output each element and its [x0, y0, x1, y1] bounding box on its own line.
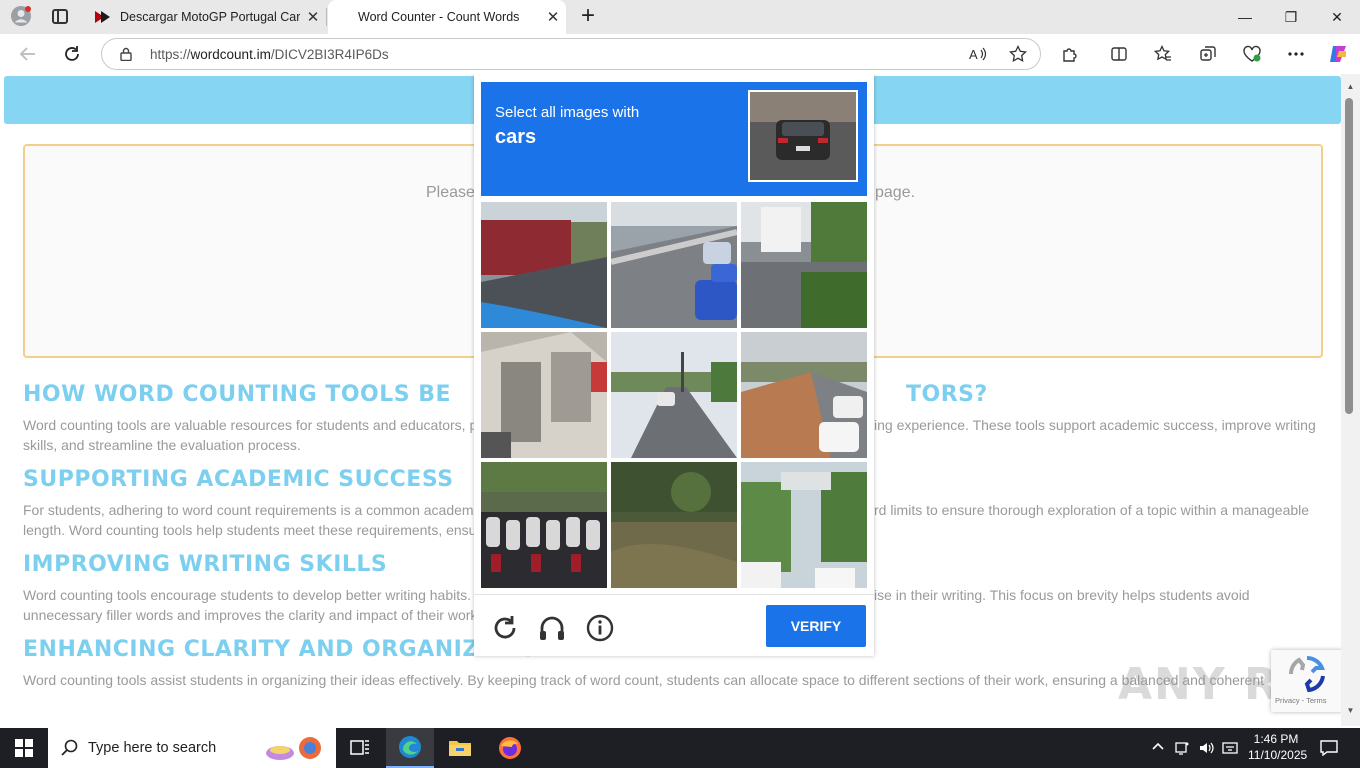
taskbar-search-box[interactable]: Type here to search — [48, 728, 336, 768]
back-button[interactable] — [14, 40, 42, 68]
taskbar-edge[interactable] — [386, 728, 434, 768]
recaptcha-challenge: Select all images with cars VERIFY — [474, 74, 874, 656]
tab-title: Word Counter - Count Words — [358, 10, 520, 24]
firefox-icon — [499, 737, 521, 759]
tab-close-icon[interactable]: ✕ — [300, 8, 326, 26]
verify-button[interactable]: VERIFY — [766, 605, 866, 647]
close-window-button[interactable]: ✕ — [1314, 0, 1360, 34]
task-view-button[interactable] — [336, 728, 384, 768]
captcha-image-grid — [481, 202, 867, 588]
windows-taskbar: Type here to search 1:46 PM 11/10/2025 — [0, 728, 1360, 768]
reload-challenge-icon[interactable] — [490, 613, 520, 643]
privacy-terms-link[interactable]: Privacy - Terms — [1275, 696, 1327, 705]
favorite-star-icon[interactable] — [1004, 40, 1032, 68]
captcha-instruction: Select all images with — [495, 104, 640, 121]
copilot-icon[interactable] — [1324, 40, 1352, 68]
restore-button[interactable]: ❐ — [1268, 0, 1314, 34]
clock-date: 11/10/2025 — [1248, 748, 1308, 762]
captcha-tile[interactable] — [741, 462, 867, 588]
tab-bar: Descargar MotoGP Portugal Carre ✕ Word C… — [0, 0, 1360, 34]
address-bar[interactable]: https://wordcount.im/DICV2BI3R4IP6Ds A — [101, 38, 1041, 70]
profile-avatar-icon[interactable] — [10, 5, 32, 27]
captcha-sample-image — [748, 90, 858, 182]
new-tab-button[interactable]: + — [576, 2, 600, 30]
network-icon[interactable] — [1174, 740, 1190, 756]
captcha-tile[interactable] — [741, 332, 867, 458]
page-scrollbar[interactable]: ▲ ▼ — [1341, 74, 1360, 726]
tab-word-counter[interactable]: Word Counter - Count Words ✕ — [328, 0, 566, 34]
start-button[interactable] — [0, 728, 48, 768]
notifications-icon[interactable] — [1320, 740, 1338, 758]
taskbar-file-explorer[interactable] — [436, 728, 484, 768]
taskbar-clock[interactable]: 1:46 PM 11/10/2025 — [1248, 731, 1308, 763]
captcha-target: cars — [495, 126, 537, 148]
captcha-footer: VERIFY — [474, 594, 874, 656]
search-placeholder: Type here to search — [88, 740, 217, 756]
minimize-button[interactable]: — — [1222, 0, 1268, 34]
search-highlight-icon — [266, 737, 321, 760]
info-help-icon[interactable] — [585, 613, 615, 643]
favorites-icon[interactable] — [1149, 40, 1177, 68]
language-input-icon[interactable] — [1222, 740, 1238, 756]
tab-divider — [326, 8, 327, 26]
motogp-favicon-icon — [95, 11, 110, 23]
windows-logo-icon — [15, 739, 33, 757]
captcha-tile[interactable] — [481, 462, 607, 588]
split-screen-icon[interactable] — [1105, 40, 1133, 68]
url-text: https://wordcount.im/DICV2BI3R4IP6Ds — [150, 47, 389, 62]
show-hidden-icons-chevron-icon[interactable] — [1150, 740, 1166, 756]
recaptcha-logo-icon — [1288, 655, 1325, 693]
browser-toolbar: https://wordcount.im/DICV2BI3R4IP6Ds A — [0, 34, 1360, 74]
collections-icon[interactable] — [1194, 40, 1222, 68]
volume-icon[interactable] — [1198, 740, 1214, 756]
reload-icon — [65, 46, 79, 61]
back-arrow-icon — [19, 47, 35, 61]
search-icon — [61, 739, 78, 756]
captcha-tile[interactable] — [741, 202, 867, 328]
page-viewport: Please page. HOW WORD COUNTING TOOLS BE T… — [0, 74, 1360, 726]
tab-actions-icon[interactable] — [52, 9, 68, 24]
folder-icon — [449, 741, 471, 756]
captcha-tile[interactable] — [481, 332, 607, 458]
settings-more-icon[interactable] — [1282, 40, 1310, 68]
browser-essentials-icon[interactable] — [1238, 40, 1266, 68]
captcha-header: Select all images with cars — [481, 82, 867, 196]
read-aloud-icon[interactable]: A — [964, 40, 992, 68]
captcha-tile[interactable] — [611, 462, 737, 588]
site-info-lock-icon[interactable] — [120, 47, 132, 61]
captcha-tile[interactable] — [611, 202, 737, 328]
scroll-down-arrow-icon[interactable]: ▼ — [1341, 706, 1360, 715]
taskbar-firefox[interactable] — [486, 728, 534, 768]
svg-text:A: A — [969, 47, 978, 62]
tab-title: Descargar MotoGP Portugal Carre — [120, 10, 300, 24]
recaptcha-badge[interactable]: Privacy - Terms — [1271, 650, 1343, 712]
task-view-icon — [350, 740, 369, 755]
edge-icon — [399, 736, 421, 758]
reload-button[interactable] — [58, 40, 86, 68]
clock-time: 1:46 PM — [1253, 732, 1299, 746]
captcha-tile[interactable] — [481, 202, 607, 328]
tab-close-icon[interactable]: ✕ — [540, 8, 566, 26]
scrollbar-thumb[interactable] — [1345, 98, 1353, 414]
tab-motogp[interactable]: Descargar MotoGP Portugal Carre ✕ — [86, 0, 326, 34]
scroll-up-arrow-icon[interactable]: ▲ — [1341, 82, 1360, 91]
captcha-tile[interactable] — [611, 332, 737, 458]
audio-challenge-icon[interactable] — [537, 613, 567, 643]
extensions-icon[interactable] — [1056, 40, 1084, 68]
